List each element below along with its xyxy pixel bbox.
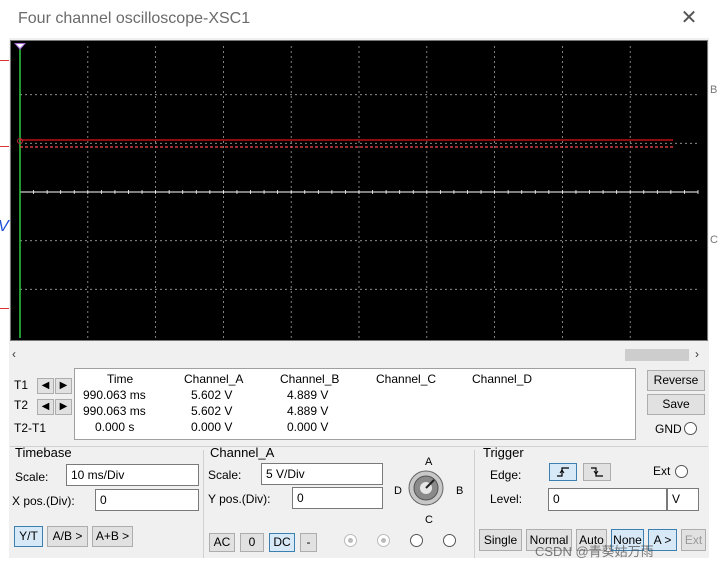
- channel-scale-label: Scale:: [208, 468, 242, 482]
- screen-grid: [19, 46, 699, 338]
- trigger-title: Trigger: [483, 445, 524, 460]
- mode-ab-button[interactable]: A/B >: [47, 526, 88, 547]
- ext-label: Ext: [653, 464, 671, 478]
- background-app-right: B C: [709, 38, 719, 558]
- timebase-title: Timebase: [15, 445, 72, 460]
- title-bar: Four channel oscilloscope-XSC1 ✕: [0, 0, 719, 38]
- x-position-label: X pos.(Div):: [12, 494, 75, 508]
- oscilloscope-window: Four channel oscilloscope-XSC1 ✕ V B C ‹…: [0, 0, 719, 571]
- column-header: Channel_C: [376, 372, 437, 386]
- t1-left-arrow-icon[interactable]: ◀: [37, 378, 54, 394]
- oscilloscope-screen[interactable]: [10, 40, 708, 341]
- background-label: V: [0, 218, 9, 236]
- t2-channel-a: 5.602 V: [191, 404, 233, 418]
- column-header: Channel_D: [472, 372, 533, 386]
- x-position-field[interactable]: 0: [95, 489, 199, 511]
- save-button[interactable]: Save: [647, 394, 705, 415]
- scrollbar-thumb[interactable]: [625, 349, 689, 361]
- delta-channel-a: 0.000 V: [191, 420, 233, 434]
- trigger-level-field[interactable]: 0: [548, 488, 667, 511]
- background-app-left: V: [0, 38, 9, 558]
- level-label: Level:: [490, 492, 523, 506]
- trigger-single-button[interactable]: Single: [479, 529, 522, 551]
- delta-channel-b: 0.000 V: [287, 420, 329, 434]
- t1-time: 990.063 ms: [83, 388, 146, 402]
- reverse-button[interactable]: Reverse: [647, 370, 705, 391]
- background-label: C: [710, 234, 718, 246]
- column-header: Time: [107, 372, 134, 386]
- trigger-ext-button[interactable]: Ext: [681, 529, 706, 551]
- falling-edge-icon: [591, 467, 603, 477]
- channel-invert-button[interactable]: -: [300, 533, 317, 552]
- t2-left-arrow-icon[interactable]: ◀: [37, 399, 54, 415]
- t1-channel-a: 5.602 V: [191, 388, 233, 402]
- y-position-field[interactable]: 0: [292, 487, 383, 509]
- close-icon[interactable]: ✕: [678, 7, 700, 29]
- channel-title: Channel_A: [210, 445, 275, 460]
- background-wire: [0, 308, 9, 309]
- t1-channel-b: 4.889 V: [287, 388, 329, 402]
- gnd-terminal[interactable]: [684, 422, 697, 435]
- mode-yt-button[interactable]: Y/T: [14, 526, 43, 547]
- screen-scrollbar[interactable]: [10, 346, 708, 364]
- trigger-level-unit-select[interactable]: V: [667, 488, 699, 511]
- coupling-ac-button[interactable]: AC: [209, 533, 235, 552]
- knob-label-b: B: [456, 485, 464, 497]
- falling-edge-button[interactable]: [583, 463, 611, 481]
- column-header: Channel_A: [184, 372, 244, 386]
- column-header: Channel_B: [280, 372, 340, 386]
- delta-time: 0.000 s: [95, 420, 135, 434]
- coupling-zero-button[interactable]: 0: [240, 533, 264, 552]
- rising-edge-icon: [557, 467, 569, 477]
- mode-a-plus-b-button[interactable]: A+B >: [92, 526, 133, 547]
- y-position-label: Y pos.(Div):: [208, 492, 271, 506]
- scroll-right-arrow-icon[interactable]: ›: [695, 347, 699, 361]
- knob-label-d: D: [394, 485, 402, 497]
- t2-label: T2: [14, 398, 29, 412]
- waveform-display: [14, 43, 699, 338]
- divider: [203, 450, 204, 558]
- channel-scale-field[interactable]: 5 V/Div: [261, 463, 383, 485]
- bottom-strip: [0, 558, 719, 571]
- t2-channel-b: 4.889 V: [287, 404, 329, 418]
- radio-dot: [381, 538, 386, 543]
- timebase-scale-field[interactable]: 10 ms/Div: [66, 464, 199, 486]
- t2-right-arrow-icon[interactable]: ▶: [55, 399, 72, 415]
- coupling-dc-button[interactable]: DC: [269, 533, 295, 552]
- ext-trigger-terminal[interactable]: [675, 465, 688, 478]
- rising-edge-button[interactable]: [549, 463, 577, 481]
- knob-label-c: C: [425, 514, 433, 526]
- edge-label: Edge:: [490, 468, 522, 482]
- background-wire: [0, 146, 9, 147]
- t2-t1-label: T2-T1: [14, 421, 47, 435]
- channel-radio-3[interactable]: [410, 534, 423, 547]
- t1-label: T1: [14, 378, 29, 392]
- timebase-scale-label: Scale:: [15, 470, 49, 484]
- background-wire: [0, 60, 9, 61]
- divider: [10, 446, 708, 447]
- divider: [474, 450, 475, 558]
- radio-dot: [348, 538, 353, 543]
- channel-radio-4[interactable]: [443, 534, 456, 547]
- channel-selector-knob-icon[interactable]: [407, 469, 445, 507]
- window-title: Four channel oscilloscope-XSC1: [18, 10, 251, 27]
- knob-label-a: A: [425, 456, 433, 468]
- scroll-left-arrow-icon[interactable]: ‹: [12, 347, 16, 361]
- t1-right-arrow-icon[interactable]: ▶: [55, 378, 72, 394]
- t2-time: 990.063 ms: [83, 404, 146, 418]
- gnd-label: GND: [655, 422, 682, 436]
- background-label: B: [710, 84, 718, 96]
- cursor-readout-table: Time Channel_A Channel_B Channel_C Chann…: [74, 368, 636, 440]
